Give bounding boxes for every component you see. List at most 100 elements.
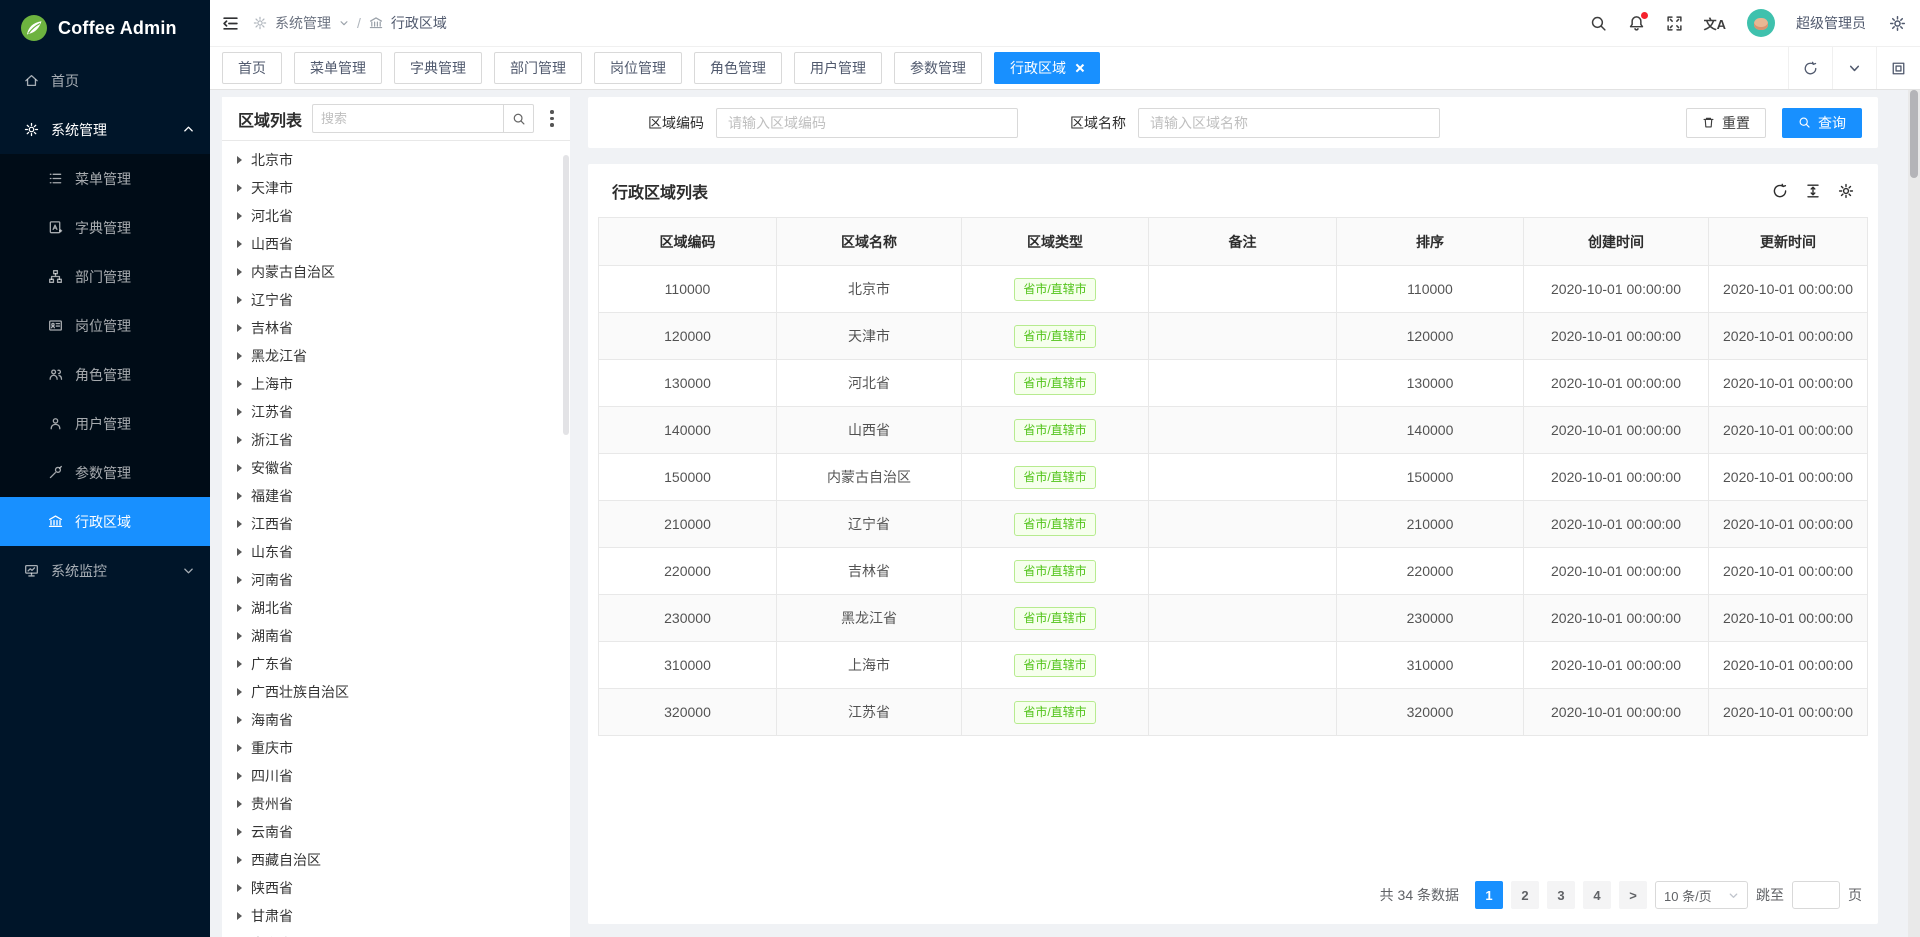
tab[interactable]: 角色管理 <box>694 52 782 84</box>
region-name-input[interactable] <box>1138 108 1440 138</box>
tab[interactable]: 菜单管理 <box>294 52 382 84</box>
table-row[interactable]: 120000 天津市 省市/直辖市 120000 2020-10-01 00:0… <box>599 313 1868 360</box>
caret-right-icon[interactable] <box>237 520 242 528</box>
tab[interactable]: 首页 <box>222 52 282 84</box>
caret-right-icon[interactable] <box>237 772 242 780</box>
caret-right-icon[interactable] <box>237 856 242 864</box>
refresh-icon[interactable] <box>1788 47 1832 89</box>
refresh-icon[interactable] <box>1772 183 1788 199</box>
page-button[interactable]: 3 <box>1547 881 1575 909</box>
jump-input[interactable] <box>1792 881 1840 909</box>
sidebar-item-role-mgmt[interactable]: 角色管理 <box>0 350 210 399</box>
table-row[interactable]: 320000 江苏省 省市/直辖市 320000 2020-10-01 00:0… <box>599 689 1868 736</box>
tree-item[interactable]: 贵州省 <box>222 790 570 818</box>
tree-item[interactable]: 湖南省 <box>222 622 570 650</box>
gear-icon[interactable] <box>1838 183 1854 199</box>
next-page-button[interactable]: > <box>1619 881 1647 909</box>
tab[interactable]: 字典管理 <box>394 52 482 84</box>
table-row[interactable]: 150000 内蒙古自治区 省市/直辖市 150000 2020-10-01 0… <box>599 454 1868 501</box>
tree-item[interactable]: 四川省 <box>222 762 570 790</box>
tab[interactable]: 参数管理 <box>894 52 982 84</box>
username[interactable]: 超级管理员 <box>1796 13 1866 33</box>
page-button[interactable]: 4 <box>1583 881 1611 909</box>
tree-item[interactable]: 江西省 <box>222 510 570 538</box>
page-button[interactable]: 2 <box>1511 881 1539 909</box>
caret-right-icon[interactable] <box>237 688 242 696</box>
sidebar-item-post-mgmt[interactable]: 岗位管理 <box>0 301 210 350</box>
tree-item[interactable]: 河北省 <box>222 202 570 230</box>
tree-item[interactable]: 甘肃省 <box>222 902 570 930</box>
tree-scrollbar[interactable] <box>563 155 569 435</box>
tree-item[interactable]: 北京市 <box>222 146 570 174</box>
tree-item[interactable]: 吉林省 <box>222 314 570 342</box>
page-size-select[interactable]: 10 条/页 <box>1655 881 1748 909</box>
caret-right-icon[interactable] <box>237 576 242 584</box>
scrollbar-thumb[interactable] <box>1910 90 1918 178</box>
tree-item[interactable]: 重庆市 <box>222 734 570 762</box>
table-row[interactable]: 310000 上海市 省市/直辖市 310000 2020-10-01 00:0… <box>599 642 1868 689</box>
fullscreen-icon[interactable] <box>1666 15 1683 32</box>
table-row[interactable]: 110000 北京市 省市/直辖市 110000 2020-10-01 00:0… <box>599 266 1868 313</box>
density-icon[interactable] <box>1805 183 1821 199</box>
tree-search-button[interactable] <box>503 104 534 133</box>
caret-right-icon[interactable] <box>237 436 242 444</box>
tree-item[interactable]: 上海市 <box>222 370 570 398</box>
page-scrollbar[interactable] <box>1908 90 1920 937</box>
page-button[interactable]: 1 <box>1475 881 1503 909</box>
caret-right-icon[interactable] <box>237 800 242 808</box>
avatar[interactable] <box>1747 9 1775 37</box>
table-row[interactable]: 130000 河北省 省市/直辖市 130000 2020-10-01 00:0… <box>599 360 1868 407</box>
caret-right-icon[interactable] <box>237 716 242 724</box>
table-row[interactable]: 210000 辽宁省 省市/直辖市 210000 2020-10-01 00:0… <box>599 501 1868 548</box>
tab-close-icon[interactable] <box>1074 63 1084 73</box>
translate-icon[interactable]: 文A <box>1704 14 1726 33</box>
tree-item[interactable]: 青海省 <box>222 930 570 937</box>
sidebar-item-menu-mgmt[interactable]: 菜单管理 <box>0 154 210 203</box>
tab[interactable]: 行政区域 <box>994 52 1100 84</box>
caret-right-icon[interactable] <box>237 660 242 668</box>
tree-item[interactable]: 浙江省 <box>222 426 570 454</box>
caret-right-icon[interactable] <box>237 884 242 892</box>
tab[interactable]: 岗位管理 <box>594 52 682 84</box>
caret-right-icon[interactable] <box>237 828 242 836</box>
sidebar-item-dept-mgmt[interactable]: 部门管理 <box>0 252 210 301</box>
sidebar-item-monitor[interactable]: 系统监控 <box>0 546 210 595</box>
breadcrumb-parent[interactable]: 系统管理 <box>275 13 331 33</box>
tree-item[interactable]: 河南省 <box>222 566 570 594</box>
tree-item[interactable]: 云南省 <box>222 818 570 846</box>
reset-button[interactable]: 重置 <box>1686 108 1766 138</box>
caret-right-icon[interactable] <box>237 296 242 304</box>
tree-item[interactable]: 辽宁省 <box>222 286 570 314</box>
caret-right-icon[interactable] <box>237 744 242 752</box>
caret-right-icon[interactable] <box>237 380 242 388</box>
caret-right-icon[interactable] <box>237 408 242 416</box>
settings-gear-icon[interactable] <box>1889 15 1906 32</box>
chevron-down-icon[interactable] <box>1832 47 1876 89</box>
search-icon[interactable] <box>1590 15 1607 32</box>
tree-item[interactable]: 山西省 <box>222 230 570 258</box>
tree-item[interactable]: 黑龙江省 <box>222 342 570 370</box>
caret-right-icon[interactable] <box>237 156 242 164</box>
caret-right-icon[interactable] <box>237 212 242 220</box>
tree-item[interactable]: 天津市 <box>222 174 570 202</box>
caret-right-icon[interactable] <box>237 604 242 612</box>
caret-right-icon[interactable] <box>237 324 242 332</box>
tree-item[interactable]: 安徽省 <box>222 454 570 482</box>
caret-right-icon[interactable] <box>237 464 242 472</box>
tree-search-input[interactable] <box>312 104 503 133</box>
tab[interactable]: 部门管理 <box>494 52 582 84</box>
tree-item[interactable]: 陕西省 <box>222 874 570 902</box>
sidebar-item-home[interactable]: 首页 <box>0 56 210 105</box>
tree-item[interactable]: 广东省 <box>222 650 570 678</box>
menu-fold-icon[interactable] <box>222 15 239 32</box>
tree-item[interactable]: 西藏自治区 <box>222 846 570 874</box>
tree-item[interactable]: 山东省 <box>222 538 570 566</box>
caret-right-icon[interactable] <box>237 548 242 556</box>
search-button[interactable]: 查询 <box>1782 108 1862 138</box>
tree-item[interactable]: 福建省 <box>222 482 570 510</box>
region-code-input[interactable] <box>716 108 1018 138</box>
caret-right-icon[interactable] <box>237 268 242 276</box>
caret-right-icon[interactable] <box>237 240 242 248</box>
sidebar-item-dict-mgmt[interactable]: 字典管理 <box>0 203 210 252</box>
sidebar-item-user-mgmt[interactable]: 用户管理 <box>0 399 210 448</box>
